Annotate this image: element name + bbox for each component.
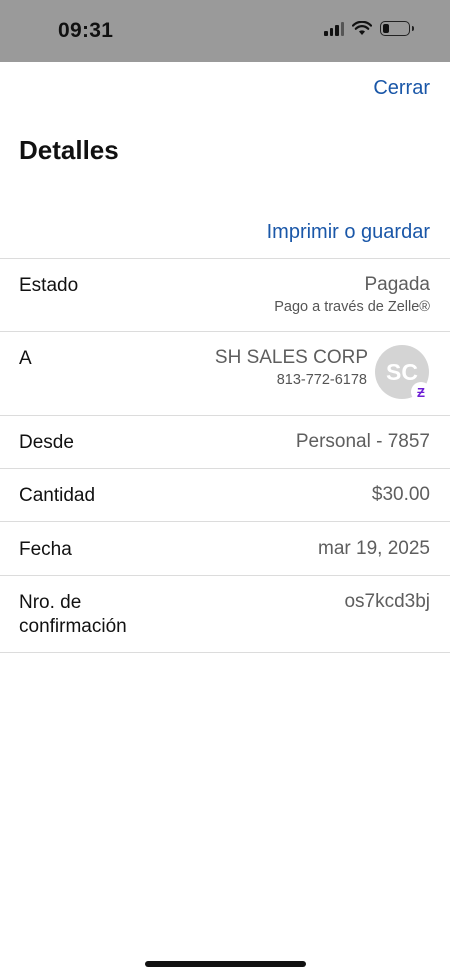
zelle-badge-icon: Ƶ: [411, 382, 431, 402]
amount-label: Cantidad: [19, 485, 96, 506]
confirmation-label-line1: Nro. de: [19, 592, 82, 613]
estado-value: Pagada: [364, 274, 430, 295]
battery-icon: [380, 21, 414, 36]
status-bar: 09:31: [0, 0, 450, 62]
recipient-phone: 813-772-6178: [276, 372, 367, 388]
home-indicator[interactable]: [145, 961, 306, 967]
close-button[interactable]: Cerrar: [373, 77, 430, 100]
divider: [0, 652, 450, 653]
amount-value: $30.00: [371, 484, 430, 505]
divider: [0, 575, 450, 576]
page-title: Detalles: [19, 135, 119, 165]
divider: [0, 331, 450, 332]
divider: [0, 415, 450, 416]
divider: [0, 468, 450, 469]
estado-label: Estado: [19, 275, 79, 296]
confirmation-label-line2: confirmación: [19, 616, 127, 637]
divider: [0, 521, 450, 522]
date-value: mar 19, 2025: [318, 538, 430, 559]
print-or-save-button[interactable]: Imprimir o guardar: [267, 221, 430, 244]
date-label: Fecha: [19, 539, 72, 560]
recipient-label: A: [19, 348, 32, 369]
divider: [0, 258, 450, 259]
from-account: Personal - 7857: [295, 431, 430, 452]
status-time: 09:31: [58, 19, 114, 42]
wifi-icon: [352, 21, 372, 35]
payment-method-note: Pago a través de Zelle®: [274, 299, 430, 315]
cellular-signal-icon: [324, 21, 344, 36]
confirmation-label: Nro. de confirmación: [19, 591, 127, 639]
status-icons: [324, 21, 414, 36]
recipient-name: SH SALES CORP: [214, 347, 368, 368]
confirmation-number: os7kcd3bj: [344, 591, 430, 612]
from-label: Desde: [19, 432, 74, 453]
